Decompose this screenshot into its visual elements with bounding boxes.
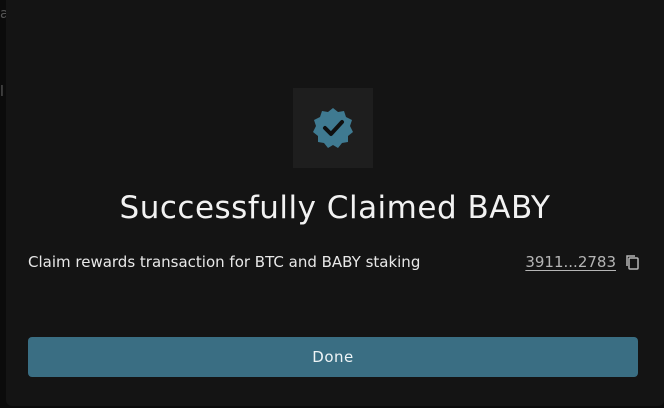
- success-modal: Successfully Claimed BABY Claim rewards …: [6, 0, 664, 406]
- transaction-description: Claim rewards transaction for BTC and BA…: [28, 253, 421, 271]
- copy-icon[interactable]: [624, 254, 640, 270]
- transaction-hash-link[interactable]: 3911...2783: [525, 253, 616, 271]
- success-icon-container: [293, 88, 373, 168]
- done-button[interactable]: Done: [28, 337, 638, 377]
- transaction-row: Claim rewards transaction for BTC and BA…: [28, 250, 640, 274]
- badge-check-icon: [313, 108, 353, 148]
- transaction-hash-group: 3911...2783: [525, 253, 640, 271]
- modal-title: Successfully Claimed BABY: [119, 190, 551, 226]
- background-fragment: l: [0, 84, 4, 100]
